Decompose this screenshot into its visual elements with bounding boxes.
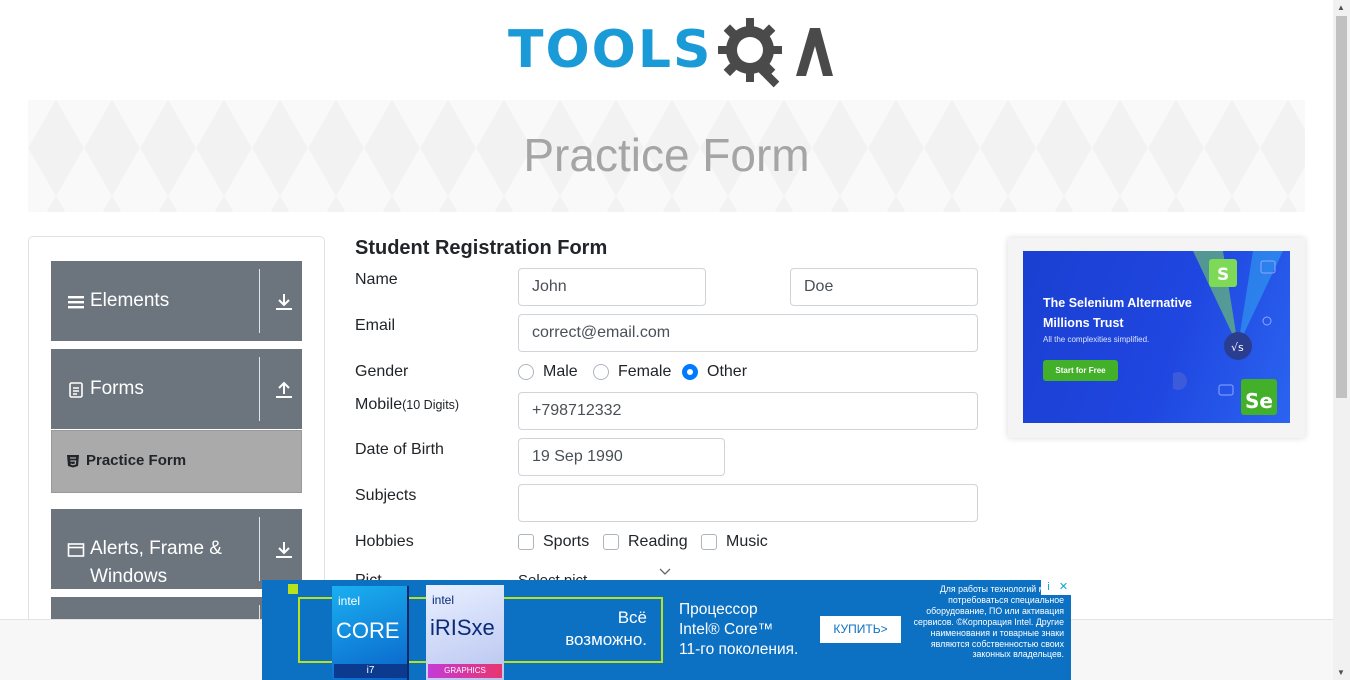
ad-controls[interactable]: i ✕ xyxy=(1041,580,1071,595)
sidebar-group-label: Alerts, Frame & Windows xyxy=(90,535,222,591)
slogan-line-1: Всё xyxy=(617,608,647,627)
cpu-line-3: 11-го поколения. xyxy=(679,641,799,658)
scroll-down-icon[interactable]: ▼ xyxy=(1337,668,1345,677)
email-label: Email xyxy=(355,317,396,334)
checkbox-box[interactable] xyxy=(603,534,619,550)
ad-fine-print: Для работы технологий может потребоватьс… xyxy=(913,584,1064,660)
ad-close-icon[interactable]: ✕ xyxy=(1056,580,1071,595)
form-title: Student Registration Form xyxy=(355,237,608,259)
badge-tier: i7 xyxy=(334,664,407,678)
subjects-input[interactable] xyxy=(518,484,978,522)
svg-text:S: S xyxy=(1217,265,1229,285)
page-scrollbar[interactable]: ▲ ▼ xyxy=(1333,0,1350,680)
sidebar-group-label: Forms xyxy=(90,378,144,399)
ad-slogan: Всё возможно. xyxy=(534,607,647,651)
ad-start-button[interactable]: Start for Free xyxy=(1043,360,1118,381)
ad-cpu-text: Процессор Intel® Core™ 11-го поколения. xyxy=(679,600,798,660)
side-advertisement[interactable]: √s S Se The Selenium Alternative Million… xyxy=(1008,238,1305,438)
ad-creative[interactable]: √s S Se The Selenium Alternative Million… xyxy=(1023,251,1290,423)
logo-tools-text: TOOLS xyxy=(508,20,713,80)
download-icon[interactable] xyxy=(273,539,295,561)
sidebar-group-alerts[interactable]: Alerts, Frame & Windows xyxy=(51,509,302,589)
first-name-input[interactable]: John xyxy=(518,268,706,306)
checkbox-box[interactable] xyxy=(701,534,717,550)
sidebar-group-forms[interactable]: Forms xyxy=(51,349,302,429)
gender-label: Gender xyxy=(355,363,409,380)
badge-brand: intel xyxy=(338,594,361,608)
ad-headline: The Selenium Alternative Millions Trust xyxy=(1043,293,1192,333)
upload-icon[interactable] xyxy=(273,379,295,401)
page-banner: Practice Form xyxy=(28,100,1305,212)
window-icon xyxy=(67,543,85,557)
label-line-1: Alerts, Frame & xyxy=(90,538,222,559)
toolsqa-logo[interactable]: TOOLS xyxy=(508,14,833,90)
subjects-label: Subjects xyxy=(355,487,417,504)
mobile-hint: (10 Digits) xyxy=(402,398,460,412)
badge-tag: GRAPHICS xyxy=(428,664,502,678)
chevron-down-icon[interactable] xyxy=(659,568,671,576)
sidebar-item-practice-form[interactable]: Practice Form xyxy=(51,430,302,493)
scrollbar-thumb[interactable] xyxy=(1336,16,1347,398)
mobile-label-text: Mobile xyxy=(355,396,403,413)
html5-icon xyxy=(67,455,79,468)
intel-core-badge: intel CORE i7 xyxy=(332,586,409,680)
date-of-birth-input[interactable]: 19 Sep 1990 xyxy=(518,438,725,476)
name-label: Name xyxy=(355,271,398,288)
radio-label[interactable]: Other xyxy=(707,363,747,381)
checkbox-label[interactable]: Music xyxy=(726,533,768,551)
mobile-label: Mobile(10 Digits) xyxy=(355,396,459,414)
mobile-input[interactable]: +798712332 xyxy=(518,392,978,430)
scroll-up-icon[interactable]: ▲ xyxy=(1337,3,1345,12)
cpu-line-1: Процессор xyxy=(679,601,758,618)
page: ▲ ▼ TOOLS Practice Form Elements Forms P… xyxy=(0,0,1350,680)
page-title: Practice Form xyxy=(523,129,810,181)
menu-icon xyxy=(68,296,84,309)
radio-circle[interactable] xyxy=(593,364,609,380)
sidebar-group-elements[interactable]: Elements xyxy=(51,261,302,341)
svg-text:Se: Se xyxy=(1245,389,1273,413)
document-icon xyxy=(69,382,83,398)
download-icon[interactable] xyxy=(273,291,295,313)
slogan-line-2: возможно. xyxy=(565,630,647,649)
radio-label[interactable]: Male xyxy=(543,363,578,381)
divider xyxy=(259,269,260,333)
cpu-line-2: Intel® Core™ xyxy=(679,621,774,638)
ad-subtext: All the complexities simplified. xyxy=(1043,335,1150,344)
ad-headline-line-1: The Selenium Alternative xyxy=(1043,296,1192,310)
checkbox-label[interactable]: Sports xyxy=(543,533,589,551)
sidebar-group-label: Elements xyxy=(90,290,170,311)
svg-text:√s: √s xyxy=(1231,341,1244,354)
ad-headline-line-2: Millions Trust xyxy=(1043,316,1124,330)
dob-label: Date of Birth xyxy=(355,441,444,458)
ad-accent xyxy=(288,584,298,594)
divider xyxy=(259,357,260,421)
divider xyxy=(259,517,260,581)
last-name-input[interactable]: Doe xyxy=(790,268,978,306)
intel-iris-badge: intel iRISxe GRAPHICS xyxy=(426,585,504,680)
badge-brand: intel xyxy=(432,593,455,607)
radio-circle-selected[interactable] xyxy=(682,364,698,380)
label-line-2: Windows xyxy=(90,566,168,587)
radio-circle[interactable] xyxy=(518,364,534,380)
logo-qa-gear-icon xyxy=(718,18,833,88)
checkbox-label[interactable]: Reading xyxy=(628,533,688,551)
bottom-advertisement[interactable]: intel CORE i7 intel iRISxe GRAPHICS Всё … xyxy=(262,580,1071,680)
email-input[interactable]: correct@email.com xyxy=(518,314,978,352)
badge-product: CORE xyxy=(336,618,400,643)
checkbox-box[interactable] xyxy=(518,534,534,550)
radio-label[interactable]: Female xyxy=(618,363,671,381)
ad-graphic: √s S Se xyxy=(1173,251,1283,415)
ad-info-icon[interactable]: i xyxy=(1041,580,1056,595)
hobbies-label: Hobbies xyxy=(355,533,414,550)
sidebar-item-label: Practice Form xyxy=(86,452,187,469)
ad-buy-button[interactable]: КУПИТЬ> xyxy=(820,616,901,643)
badge-product: iRISxe xyxy=(430,615,495,640)
